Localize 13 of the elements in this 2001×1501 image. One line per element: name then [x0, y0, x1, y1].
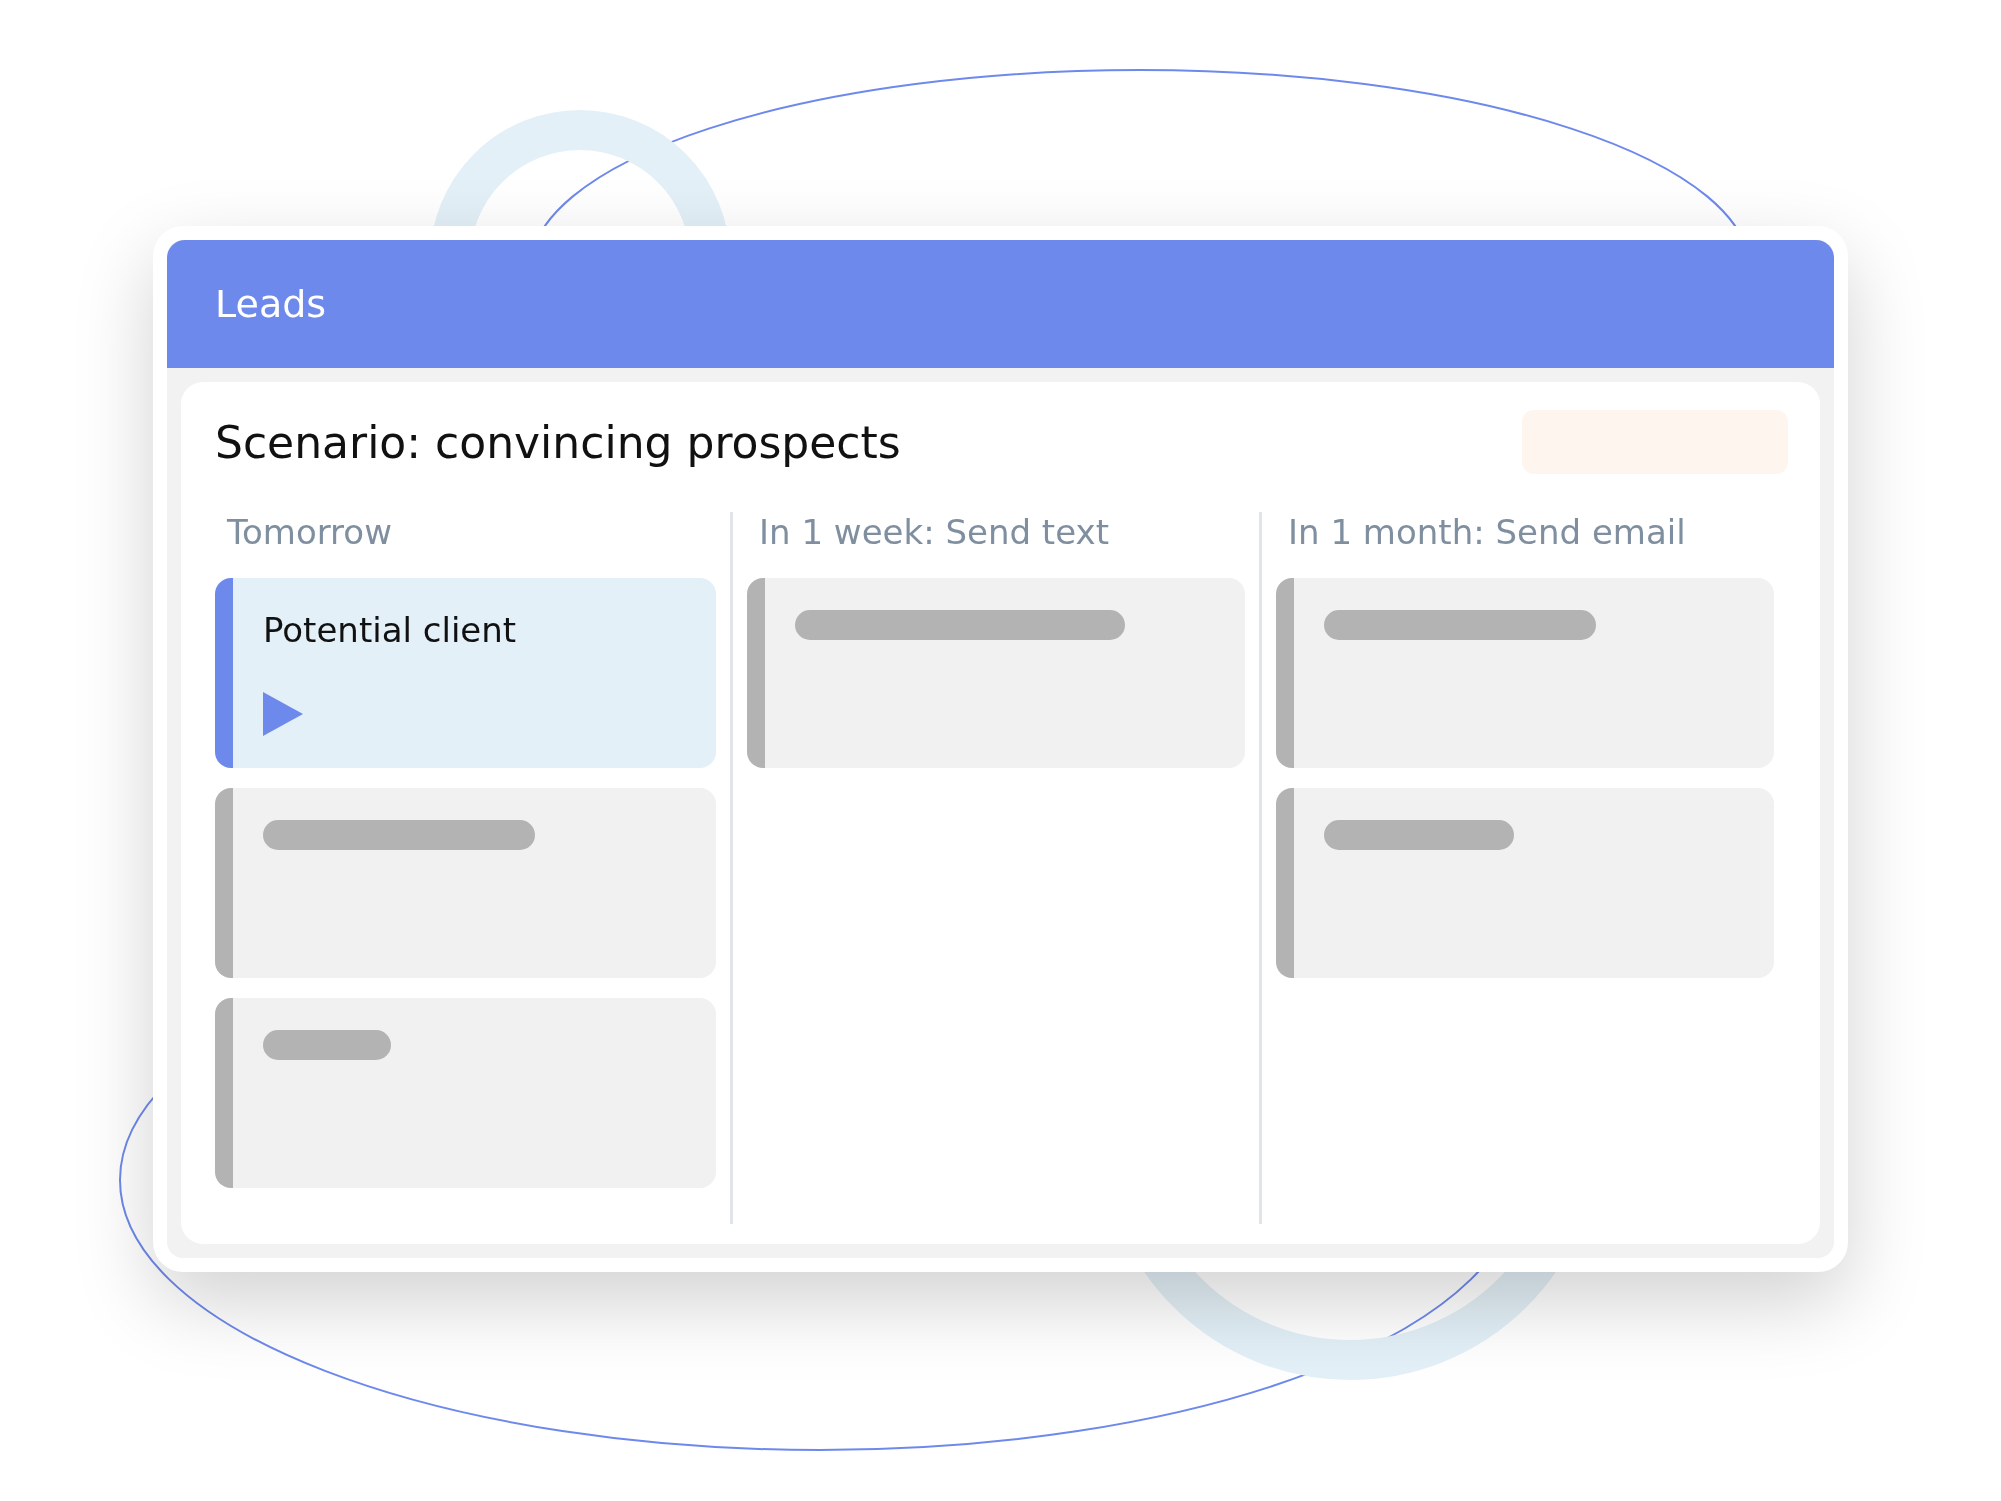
lead-card[interactable]	[1276, 578, 1774, 768]
board-title: Scenario: convincing prospects	[215, 416, 901, 468]
lead-card[interactable]	[1276, 788, 1774, 978]
lead-card[interactable]: Potential client	[215, 578, 716, 768]
column-title: Tomorrow	[226, 512, 393, 552]
lead-card[interactable]	[215, 788, 716, 978]
card-title: Potential client	[263, 610, 517, 650]
column-title: In 1 week: Send text	[758, 512, 1110, 552]
column-title: In 1 month: Send email	[1287, 512, 1687, 552]
lead-card[interactable]	[747, 578, 1245, 768]
lead-card[interactable]	[215, 998, 716, 1188]
window-title: Leads	[215, 282, 327, 326]
play-icon[interactable]	[263, 692, 303, 736]
